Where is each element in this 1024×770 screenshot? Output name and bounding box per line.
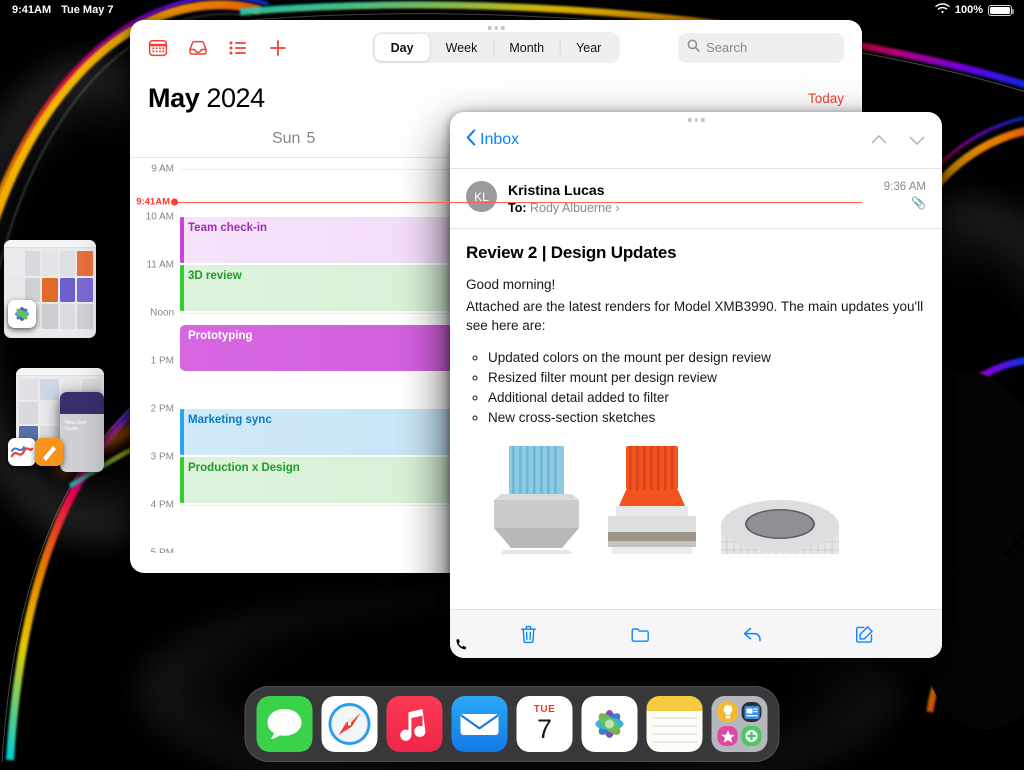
dock-app-mail[interactable]: [451, 696, 508, 752]
segment-day[interactable]: Day: [374, 34, 430, 61]
mail-action-toolbar: [450, 609, 942, 658]
app-library-tip-icon: [717, 702, 738, 722]
status-bar: 9:41AM Tue May 7 100%: [0, 0, 1024, 20]
battery-percent: 100%: [954, 4, 983, 16]
hour-label: 2 PM: [150, 403, 174, 415]
event-accent-bar: [180, 457, 184, 503]
status-time: 9:41AM: [12, 4, 52, 16]
list-item: Resized filter mount per design review: [488, 368, 926, 388]
hour-label: 9 AM: [151, 163, 174, 175]
list-item: New cross-section sketches: [488, 408, 926, 428]
photos-icon[interactable]: [8, 300, 36, 328]
segment-month[interactable]: Month: [493, 34, 560, 61]
app-library-appstore-icon: [717, 726, 738, 746]
calendar-search-field[interactable]: [678, 32, 862, 63]
current-time-label: 9:41AM: [136, 196, 170, 208]
dock-calendar-weekday: TUE: [533, 703, 556, 715]
calendar-year: 2024: [206, 82, 265, 113]
day-name: Sun: [271, 130, 301, 147]
status-date: Tue May 7: [61, 4, 114, 16]
back-to-inbox-button[interactable]: Inbox: [466, 129, 519, 151]
paperclip-icon: 📎: [911, 196, 926, 210]
thumbnail-titlebar: [16, 368, 104, 376]
calendar-view-icon[interactable]: [148, 38, 168, 58]
app-library-news-icon: [741, 702, 762, 722]
mail-window[interactable]: Inbox KL Kristina Lucas To: Rody Albuern…: [450, 112, 942, 658]
dock-app-safari[interactable]: [321, 696, 378, 752]
avatar: KL: [466, 181, 497, 212]
freeform-icon[interactable]: [8, 438, 36, 466]
mail-bullet-list: Updated colors on the mount per design r…: [488, 348, 926, 428]
mail-subject: Review 2 | Design Updates: [466, 243, 677, 263]
trash-icon[interactable]: [518, 624, 539, 645]
sender-name: Kristina Lucas: [508, 182, 605, 198]
wifi-icon: [935, 3, 950, 17]
window-grabber[interactable]: [487, 26, 505, 30]
app-library-health-icon: [741, 726, 762, 746]
chevron-up-icon[interactable]: [870, 131, 888, 149]
dock-app-photos[interactable]: [581, 696, 638, 752]
phone-handset-icon: [454, 636, 470, 652]
dock-app-library[interactable]: [711, 696, 768, 752]
calendar-view-segmented-control[interactable]: Day Week Month Year: [372, 32, 620, 63]
pages-document-thumbnail[interactable]: New User Guide: [60, 392, 104, 472]
event-accent-bar: [180, 217, 184, 263]
dock-app-messages[interactable]: [256, 696, 313, 752]
search-icon: [687, 39, 700, 57]
dock-app-calendar[interactable]: TUE 7: [516, 696, 573, 752]
hour-label: 1 PM: [150, 355, 174, 367]
segment-year[interactable]: Year: [560, 34, 617, 61]
hour-label: Noon: [150, 307, 174, 319]
today-button[interactable]: Today: [808, 91, 844, 106]
search-input[interactable]: [706, 40, 862, 55]
add-event-icon[interactable]: [268, 38, 288, 58]
dock[interactable]: TUE 7: [244, 686, 780, 762]
pages-icon[interactable]: [35, 438, 63, 466]
event-accent-bar: [180, 265, 184, 311]
dock-app-music[interactable]: [386, 696, 443, 752]
back-label: Inbox: [480, 131, 520, 148]
chevron-left-icon: [466, 129, 476, 151]
calendar-month: May: [148, 82, 200, 113]
hour-label: 10 AM: [145, 211, 174, 223]
segment-week[interactable]: Week: [430, 34, 494, 61]
list-item: Updated colors on the mount per design r…: [488, 348, 926, 368]
mail-body: Review 2 | Design Updates Good morning! …: [450, 229, 942, 555]
mail-timestamp: 9:36 AM: [883, 181, 926, 193]
thumbnail-titlebar: [4, 240, 96, 248]
day-header-sun[interactable]: Sun 5: [180, 130, 407, 148]
current-time-line: [173, 202, 862, 203]
dock-app-notes[interactable]: [646, 696, 703, 752]
day-number: 5: [306, 130, 316, 147]
inbox-icon[interactable]: [188, 38, 208, 58]
mail-intro: Attached are the latest renders for Mode…: [466, 298, 924, 333]
reply-icon[interactable]: [742, 624, 763, 645]
chevron-down-icon[interactable]: [908, 131, 926, 149]
current-time-dot: [171, 198, 178, 206]
window-grabber[interactable]: [687, 118, 705, 122]
dock-calendar-day: 7: [536, 713, 553, 744]
mail-sender-row: KL Kristina Lucas To: Rody Albuerne › 9:…: [450, 169, 942, 230]
compose-icon[interactable]: [854, 624, 875, 645]
list-view-icon[interactable]: [228, 38, 248, 58]
hour-label: 11 AM: [146, 259, 174, 271]
folder-icon[interactable]: [630, 624, 651, 645]
render-attachment-image[interactable]: [466, 444, 926, 555]
document-title: New User Guide: [65, 420, 87, 432]
event-accent-bar: [180, 409, 184, 455]
mail-greeting: Good morning!: [466, 277, 556, 293]
hour-label: 4 PM: [150, 499, 174, 511]
hour-label: 5 PM: [150, 547, 174, 554]
list-item: Additional detail added to filter: [488, 388, 926, 408]
hour-label: 3 PM: [150, 451, 174, 463]
battery-icon: [988, 4, 1015, 16]
